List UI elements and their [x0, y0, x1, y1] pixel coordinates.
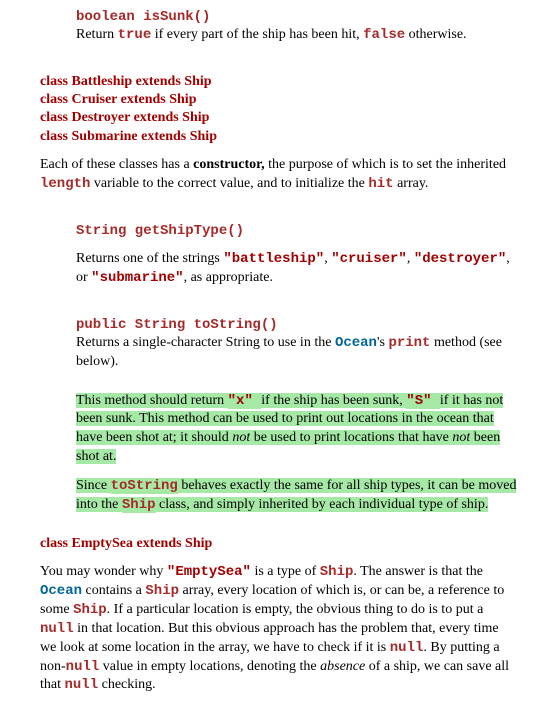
text: if every part of the ship has been hit, — [151, 27, 363, 42]
highlight-block-2: Since toString behaves exactly the same … — [76, 477, 517, 515]
class-cruiser: class Cruiser extends Ship — [40, 91, 517, 109]
hl-kw-ship: Ship — [122, 497, 156, 513]
method-description: Returns one of the strings "battleship",… — [76, 250, 517, 288]
str-cruiser: "cruiser" — [331, 251, 407, 267]
text: variable to the correct value, and to in… — [90, 176, 368, 191]
hl-str-s: "S" — [406, 393, 440, 409]
hl-text: if the ship has been sunk, — [261, 393, 406, 408]
class-battleship: class Battleship extends Ship — [40, 73, 517, 91]
text: otherwise. — [405, 27, 466, 42]
kw-hit: hit — [368, 176, 393, 192]
text: value in empty locations, denoting the — [99, 659, 320, 674]
kw-length: length — [40, 176, 90, 192]
kw-false: false — [363, 27, 405, 43]
hl-text: This method should return — [76, 393, 228, 408]
method-signature: public String toString() — [76, 316, 517, 334]
kw-null: null — [390, 640, 424, 656]
hl-ital-not: not — [452, 430, 470, 445]
method-issunk: boolean isSunk() Return true if every pa… — [76, 8, 517, 45]
text: , — [407, 251, 414, 266]
method-description: Return true if every part of the ship ha… — [76, 26, 517, 45]
text: checking. — [98, 677, 156, 692]
method-description: Returns a single-character String to use… — [76, 334, 517, 372]
subclass-description: Each of these classes has a constructor,… — [40, 156, 517, 194]
text: Each of these classes has a — [40, 157, 193, 172]
str-emptysea: "EmptySea" — [167, 564, 251, 580]
kw-null: null — [66, 659, 100, 675]
method-signature: boolean isSunk() — [76, 8, 517, 26]
text: . If a particular location is empty, the… — [107, 602, 484, 617]
text: the purpose of which is to set the inher… — [265, 157, 506, 172]
code-ocean: Ocean — [40, 583, 82, 599]
hl-ital-not: not — [232, 430, 250, 445]
method-signature: String getShipType() — [76, 222, 517, 240]
kw-ship: Ship — [320, 564, 354, 580]
text: Returns one of the strings — [76, 251, 223, 266]
str-destroyer: "destroyer" — [414, 251, 506, 267]
code-ocean: Ocean — [335, 335, 377, 351]
hl-str-x: "x" — [228, 393, 262, 409]
emptysea-description: You may wonder why "EmptySea" is a type … — [40, 563, 517, 695]
hl-text: class, and simply inherited by each indi… — [156, 497, 489, 512]
ital-absence: absence — [320, 659, 365, 674]
kw-ship: Ship — [145, 583, 179, 599]
kw-ship: Ship — [73, 602, 107, 618]
text: , as appropriate. — [184, 270, 273, 285]
kw-print: print — [388, 335, 430, 351]
method-getshiptype: String getShipType() Returns one of the … — [76, 222, 517, 288]
text: . The answer is that the — [353, 564, 483, 579]
highlight-block-1: This method should return "x" if the shi… — [76, 392, 517, 468]
str-submarine: "submarine" — [91, 270, 183, 286]
hl-text: Since — [76, 478, 111, 493]
text: 's — [377, 335, 388, 350]
text: is a type of — [251, 564, 320, 579]
text: Return — [76, 27, 118, 42]
class-emptysea: class EmptySea extends Ship — [40, 535, 517, 553]
text: You may wonder why — [40, 564, 167, 579]
document-page: boolean isSunk() Return true if every pa… — [0, 0, 557, 725]
text: array. — [394, 176, 429, 191]
subclass-list: class Battleship extends Ship class Crui… — [40, 73, 517, 146]
kw-null: null — [40, 621, 74, 637]
hl-text: be used to print locations that have — [250, 430, 452, 445]
text: contains a — [82, 583, 145, 598]
method-tostring: public String toString() Returns a singl… — [76, 316, 517, 515]
class-destroyer: class Destroyer extends Ship — [40, 109, 517, 127]
bold-constructor: constructor, — [193, 157, 264, 172]
kw-true: true — [118, 27, 152, 43]
hl-kw-tostring: toString — [111, 478, 178, 494]
str-battleship: "battleship" — [223, 251, 324, 267]
class-submarine: class Submarine extends Ship — [40, 128, 517, 146]
kw-null: null — [65, 677, 99, 693]
text: Returns a single-character String to use… — [76, 335, 335, 350]
